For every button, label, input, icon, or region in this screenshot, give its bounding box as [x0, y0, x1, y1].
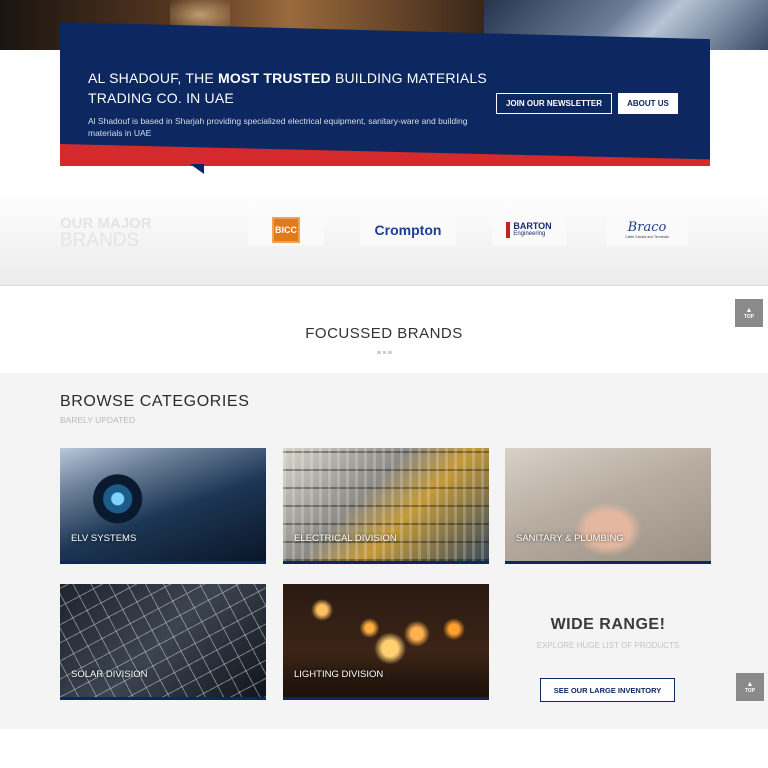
barton-logo-sub: Engineering: [513, 231, 546, 237]
brand-logo-bicc[interactable]: BICC: [248, 214, 324, 246]
chevron-up-icon: ▲: [746, 680, 754, 688]
banner-tab: [190, 164, 204, 174]
category-label: LIGHTING DIVISION: [294, 669, 384, 680]
braco-logo-text: Braco: [627, 220, 667, 235]
categories-title: BROWSE CATEGORIES: [60, 393, 250, 410]
about-us-button[interactable]: ABOUT US: [618, 93, 678, 114]
brand-logo-barton[interactable]: BARTON Engineering: [492, 214, 566, 246]
banner-description: Al Shadouf is based in Sharjah providing…: [88, 116, 468, 138]
scroll-top-button[interactable]: ▲ TOP: [735, 299, 763, 327]
bicc-logo-mark: BICC: [272, 217, 300, 243]
scroll-top-button[interactable]: ▲ TOP: [736, 673, 764, 701]
category-card-sanitary[interactable]: SANITARY & PLUMBING: [505, 448, 711, 564]
category-label: ELECTRICAL DIVISION: [294, 533, 397, 544]
banner-heading-prefix: AL SHADOUF, THE: [88, 70, 219, 86]
braco-logo-sub: Cable Glands and Terminals: [625, 235, 669, 239]
banner-heading: AL SHADOUF, THE MOST TRUSTED BUILDING MA…: [88, 68, 488, 108]
focussed-brands-title: FOCUSSED BRANDS: [305, 325, 463, 342]
category-card-solar[interactable]: SOLAR DIVISION: [60, 584, 266, 700]
scroll-top-label: TOP: [744, 687, 756, 694]
join-newsletter-button[interactable]: JOIN OUR NEWSLETTER: [496, 93, 612, 114]
category-card-lighting[interactable]: LIGHTING DIVISION: [283, 584, 489, 700]
brands-title-line2: BRANDS: [60, 230, 140, 251]
title-divider-dots: [377, 351, 393, 354]
wide-range-title: WIDE RANGE!: [550, 616, 666, 633]
brand-logo-braco[interactable]: Braco Cable Glands and Terminals: [606, 214, 688, 246]
chevron-up-icon: ▲: [745, 306, 753, 314]
wide-range-subtitle: EXPLORE HUGE LIST OF PRODUCTS: [536, 641, 680, 650]
scroll-top-label: TOP: [743, 313, 755, 320]
crompton-logo-text: Crompton: [374, 222, 442, 238]
category-card-elv[interactable]: ELV SYSTEMS: [60, 448, 266, 564]
category-label: SOLAR DIVISION: [71, 669, 148, 680]
category-card-electrical[interactable]: ELECTRICAL DIVISION: [283, 448, 489, 564]
brand-logo-crompton[interactable]: Crompton: [360, 214, 456, 246]
category-label: SANITARY & PLUMBING: [516, 533, 624, 544]
see-inventory-button[interactable]: SEE OUR LARGE INVENTORY: [540, 678, 675, 702]
brands-title: OUR MAJOR BRANDS: [60, 215, 152, 251]
barton-logo-text: BARTON Engineering: [513, 222, 551, 238]
banner-heading-bold: MOST TRUSTED: [218, 70, 331, 86]
category-label: ELV SYSTEMS: [71, 533, 137, 544]
categories-subtitle: BARELY UPDATED: [60, 415, 136, 425]
barton-logo-bar: [506, 222, 511, 238]
